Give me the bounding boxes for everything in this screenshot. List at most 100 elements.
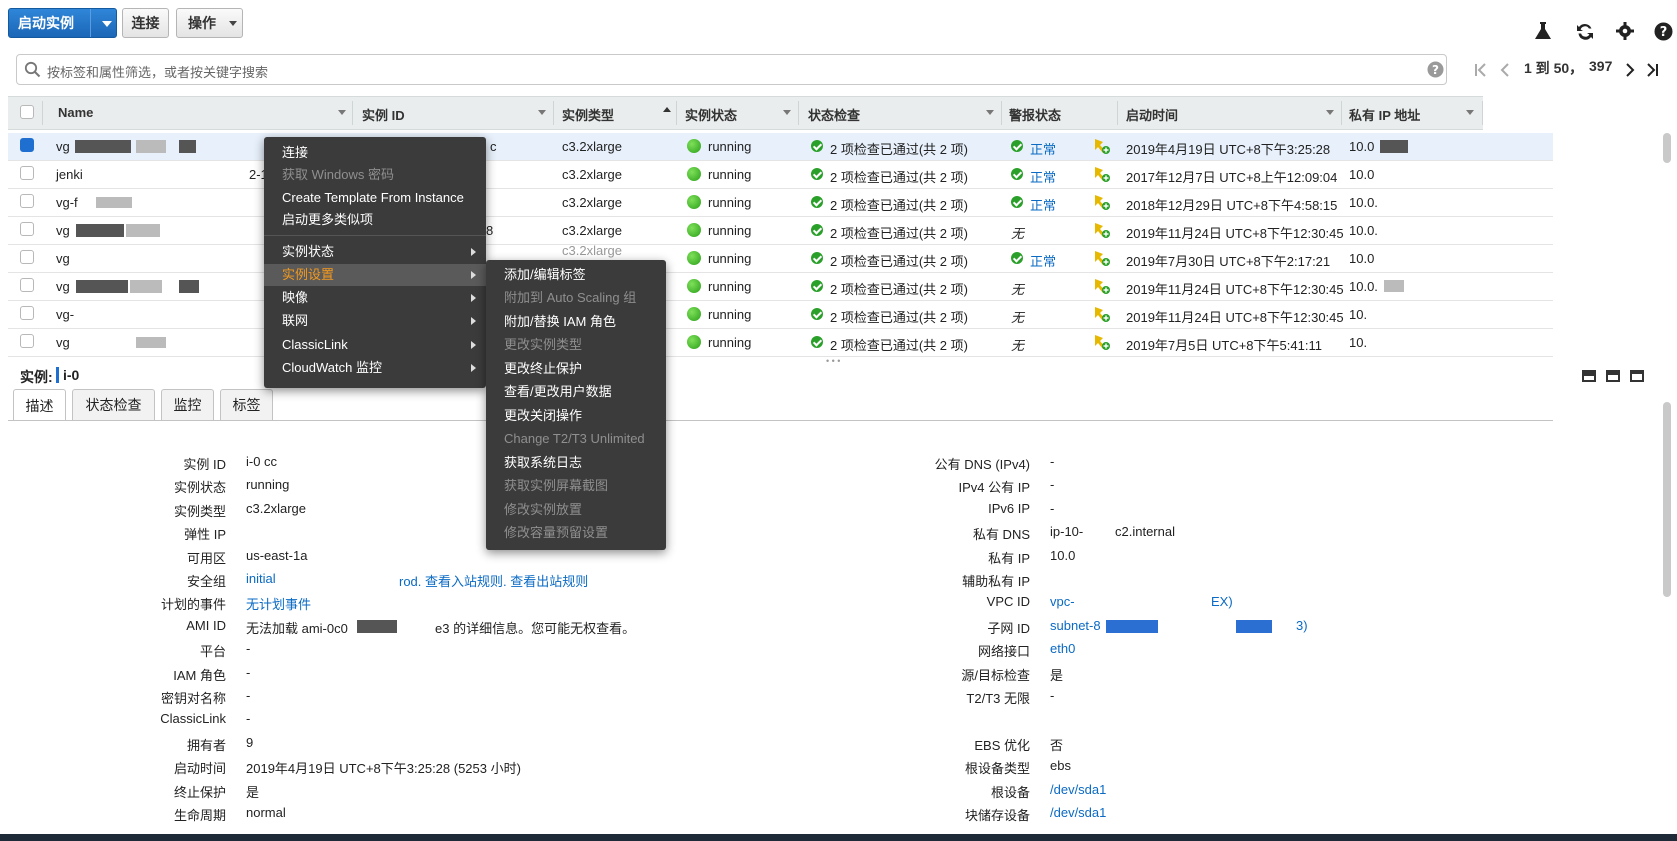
row-checkbox[interactable] bbox=[20, 250, 34, 264]
refresh-icon[interactable] bbox=[1574, 20, 1596, 42]
alarm-status[interactable]: 正常 bbox=[1030, 139, 1056, 158]
menu-item-create-template[interactable]: Create Template From Instance bbox=[264, 187, 486, 209]
add-alarm-icon[interactable] bbox=[1093, 333, 1111, 351]
add-alarm-icon[interactable] bbox=[1093, 193, 1111, 211]
actions-button[interactable]: 操作 bbox=[176, 8, 243, 38]
table-row[interactable]: vg c c3.2xlarge running 2 项检查已通过(共 2 项) … bbox=[8, 133, 1553, 161]
add-alarm-icon[interactable] bbox=[1093, 137, 1111, 155]
submenu-shutdown-behavior[interactable]: 更改关闭操作 bbox=[486, 405, 666, 427]
menu-item-classiclink[interactable]: ClassicLink bbox=[264, 334, 486, 356]
table-row[interactable]: vg 8 c3.2xlarge running 2 项检查已通过(共 2 项) … bbox=[8, 217, 1553, 245]
sort-icon[interactable] bbox=[783, 110, 791, 115]
submenu-termination-protection[interactable]: 更改终止保护 bbox=[486, 358, 666, 380]
menu-item-networking[interactable]: 联网 bbox=[264, 310, 486, 332]
detail-value[interactable]: subnet-8 bbox=[1050, 618, 1101, 633]
column-header-name[interactable]: Name bbox=[58, 105, 93, 120]
prev-page-icon[interactable] bbox=[1499, 62, 1511, 78]
panel-layout-icon[interactable] bbox=[1606, 370, 1620, 382]
column-header-launch-time[interactable]: 启动时间 bbox=[1126, 105, 1178, 124]
sort-icon[interactable] bbox=[1326, 110, 1334, 115]
add-alarm-icon[interactable] bbox=[1093, 221, 1111, 239]
menu-item-connect[interactable]: 连接 bbox=[264, 142, 486, 164]
submenu-user-data[interactable]: 查看/更改用户数据 bbox=[486, 381, 666, 403]
tab-status-checks[interactable]: 状态检查 bbox=[72, 389, 155, 420]
search-placeholder: 按标签和属性筛选，或者按关键字搜索 bbox=[47, 65, 269, 80]
add-alarm-icon[interactable] bbox=[1093, 249, 1111, 267]
menu-item-instance-settings[interactable]: 实例设置 bbox=[264, 264, 486, 286]
column-header-instance-id[interactable]: 实例 ID bbox=[362, 105, 405, 124]
table-row[interactable]: vg running 2 项检查已通过(共 2 项) 无 2019年11月24日… bbox=[8, 273, 1553, 301]
detail-value[interactable]: vpc- bbox=[1050, 594, 1075, 609]
chevron-down-icon[interactable] bbox=[102, 21, 112, 27]
table-row[interactable]: vg c3.2xlarge running 2 项检查已通过(共 2 项) 正常… bbox=[8, 243, 1553, 273]
last-page-icon[interactable] bbox=[1645, 62, 1659, 78]
help-circle-icon[interactable]: ? bbox=[1427, 61, 1444, 78]
sort-icon[interactable] bbox=[986, 110, 994, 115]
next-page-icon[interactable] bbox=[1624, 62, 1636, 78]
detail-value[interactable]: eth0 bbox=[1050, 641, 1075, 656]
table-scrollbar[interactable] bbox=[1663, 133, 1671, 163]
row-checkbox[interactable] bbox=[20, 138, 34, 152]
row-checkbox[interactable] bbox=[20, 194, 34, 208]
row-checkbox[interactable] bbox=[20, 334, 34, 348]
submenu-add-edit-tags[interactable]: 添加/编辑标签 bbox=[486, 264, 666, 286]
row-checkbox[interactable] bbox=[20, 278, 34, 292]
select-all-checkbox[interactable] bbox=[20, 105, 34, 119]
launch-time: 2019年11月24日 UTC+8下午12:30:45 bbox=[1126, 282, 1344, 297]
menu-item-image[interactable]: 映像 bbox=[264, 287, 486, 309]
menu-item-instance-state[interactable]: 实例状态 bbox=[264, 241, 486, 263]
row-checkbox[interactable] bbox=[20, 222, 34, 236]
add-alarm-icon[interactable] bbox=[1093, 277, 1111, 295]
tab-monitoring[interactable]: 监控 bbox=[161, 389, 214, 420]
row-checkbox[interactable] bbox=[20, 306, 34, 320]
instance-name: jenki bbox=[56, 167, 83, 182]
menu-item-launch-more-like-this[interactable]: 启动更多类似项 bbox=[264, 209, 486, 231]
detail-value[interactable]: EX) bbox=[1211, 594, 1233, 609]
resize-handle[interactable]: • • • bbox=[826, 356, 840, 366]
detail-scrollbar[interactable] bbox=[1663, 402, 1671, 597]
column-header-status-checks[interactable]: 状态检查 bbox=[808, 105, 860, 124]
detail-value[interactable]: 3) bbox=[1296, 618, 1308, 633]
table-row[interactable]: vg-f c3.2xlarge running 2 项检查已通过(共 2 项) … bbox=[8, 189, 1553, 217]
add-alarm-icon[interactable] bbox=[1093, 305, 1111, 323]
detail-value[interactable]: /dev/sda1 bbox=[1050, 805, 1106, 820]
sort-icon[interactable] bbox=[538, 110, 546, 115]
first-page-icon[interactable] bbox=[1474, 62, 1488, 78]
table-row[interactable]: jenki 2-1 c3.2xlarge running 2 项检查已通过(共 … bbox=[8, 161, 1553, 189]
instance-type: c3.2xlarge bbox=[562, 139, 622, 154]
panel-layout-icon[interactable] bbox=[1630, 370, 1644, 382]
table-row[interactable]: vg running 2 项检查已通过(共 2 项) 无 2019年7月5日 U… bbox=[8, 329, 1553, 357]
sort-icon[interactable] bbox=[338, 110, 346, 115]
tab-description[interactable]: 描述 bbox=[13, 389, 66, 421]
alarm-status: 无 bbox=[1011, 310, 1025, 325]
alarm-status[interactable]: 正常 bbox=[1030, 251, 1056, 270]
column-header-alarm-status[interactable]: 警报状态 bbox=[1009, 105, 1061, 124]
check-passed-icon bbox=[811, 140, 823, 152]
add-alarm-icon[interactable] bbox=[1093, 165, 1111, 183]
running-status-icon bbox=[687, 307, 701, 321]
connect-button[interactable]: 连接 bbox=[122, 8, 169, 38]
tab-tags[interactable]: 标签 bbox=[220, 389, 273, 420]
security-group-rules-link[interactable]: rod. 查看入站规则. 查看出站规则 bbox=[399, 571, 588, 590]
alarm-status[interactable]: 正常 bbox=[1030, 195, 1056, 214]
beaker-icon[interactable] bbox=[1532, 20, 1554, 42]
filter-search-input[interactable]: 按标签和属性筛选，或者按关键字搜索 ? bbox=[16, 54, 1447, 85]
submenu-attach-iam-role[interactable]: 附加/替换 IAM 角色 bbox=[486, 311, 666, 333]
column-header-instance-type[interactable]: 实例类型 bbox=[562, 105, 614, 124]
detail-value[interactable]: initial bbox=[246, 571, 276, 586]
menu-item-cloudwatch[interactable]: CloudWatch 监控 bbox=[264, 357, 486, 379]
row-checkbox[interactable] bbox=[20, 166, 34, 180]
column-header-private-ip[interactable]: 私有 IP 地址 bbox=[1349, 105, 1420, 124]
column-header-instance-state[interactable]: 实例状态 bbox=[685, 105, 737, 124]
alarm-status[interactable]: 正常 bbox=[1030, 167, 1056, 186]
panel-layout-icon[interactable] bbox=[1582, 370, 1596, 382]
gear-icon[interactable] bbox=[1614, 20, 1636, 42]
launch-instance-button[interactable]: 启动实例 bbox=[8, 8, 117, 38]
help-icon[interactable]: ? bbox=[1652, 20, 1674, 42]
table-row[interactable]: vg- running 2 项检查已通过(共 2 项) 无 2019年11月24… bbox=[8, 301, 1553, 329]
sort-asc-icon[interactable] bbox=[663, 107, 671, 112]
submenu-get-system-log[interactable]: 获取系统日志 bbox=[486, 452, 666, 474]
sort-icon[interactable] bbox=[1466, 110, 1474, 115]
detail-value[interactable]: /dev/sda1 bbox=[1050, 782, 1106, 797]
detail-value[interactable]: 无计划事件 bbox=[246, 594, 311, 613]
